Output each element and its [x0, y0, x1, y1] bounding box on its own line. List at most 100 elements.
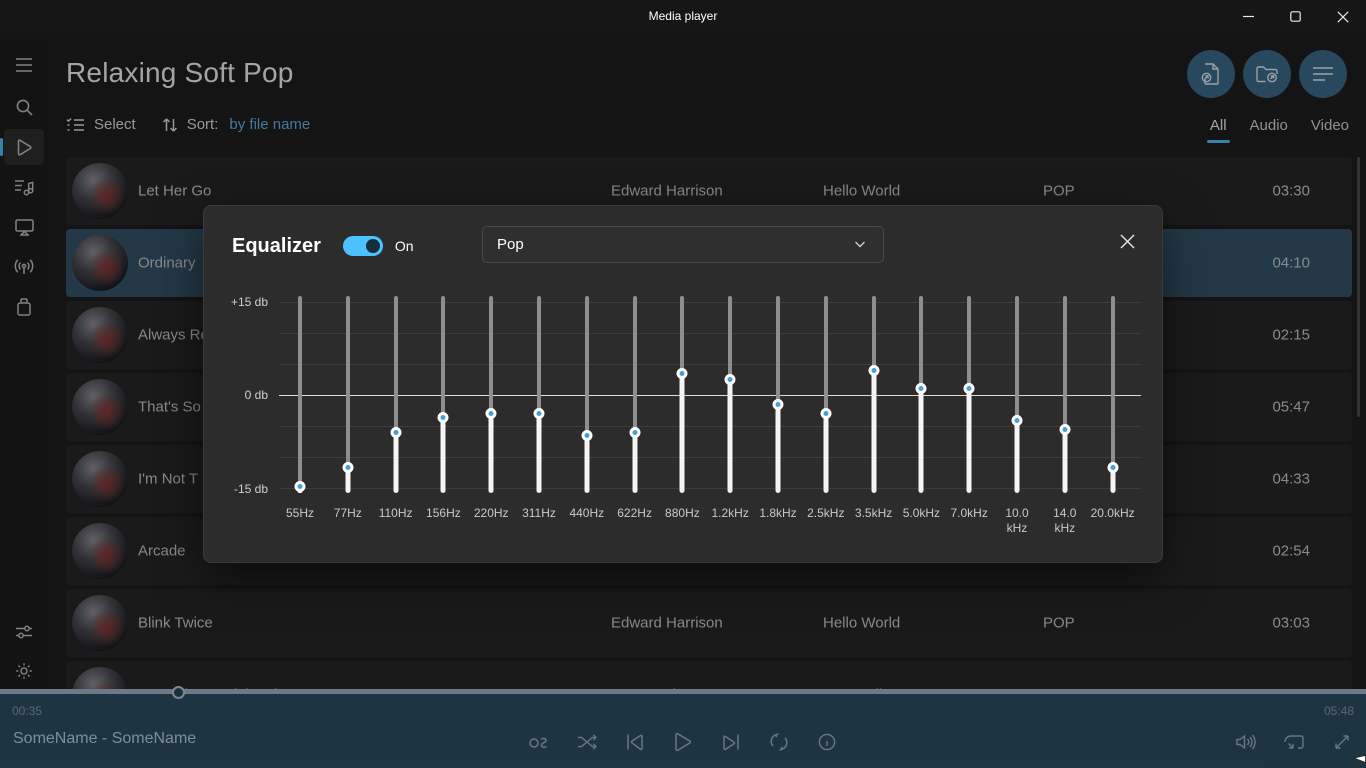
slider-track-lower[interactable]	[345, 470, 350, 493]
app-title: Media player	[0, 0, 1366, 33]
slider-track-upper[interactable]	[824, 296, 828, 417]
equalizer-band: 14.0 kHz	[1041, 206, 1089, 564]
slider-thumb[interactable]	[295, 481, 306, 492]
slider-thumb[interactable]	[820, 408, 831, 419]
slider-thumb[interactable]	[1059, 424, 1070, 435]
slider-track-upper[interactable]	[872, 296, 876, 373]
slider-thumb[interactable]	[868, 365, 879, 376]
slider-track-upper[interactable]	[298, 296, 302, 489]
slider-thumb[interactable]	[486, 408, 497, 419]
window-controls	[1225, 0, 1366, 33]
slider-track-lower[interactable]	[680, 376, 685, 493]
slider-track-upper[interactable]	[585, 296, 589, 439]
slider-track-upper[interactable]	[441, 296, 445, 420]
slider-track-lower[interactable]	[871, 373, 876, 493]
band-frequency-label: 20.0kHz	[1091, 506, 1135, 521]
slider-thumb[interactable]	[342, 462, 353, 473]
slider-thumb[interactable]	[390, 427, 401, 438]
band-frequency-label: 311Hz	[517, 506, 561, 521]
slider-thumb[interactable]	[438, 412, 449, 423]
band-frequency-label: 156Hz	[421, 506, 465, 521]
slider-thumb[interactable]	[1107, 462, 1118, 473]
band-frequency-label: 77Hz	[326, 506, 370, 521]
slider-thumb[interactable]	[773, 399, 784, 410]
db-axis-label-zero: 0 db	[220, 388, 268, 402]
slider-thumb[interactable]	[916, 383, 927, 394]
slider-track-upper[interactable]	[1015, 296, 1019, 423]
band-frequency-label: 7.0kHz	[947, 506, 991, 521]
equalizer-band: 5.0kHz	[897, 206, 945, 564]
equalizer-band: 77Hz	[324, 206, 372, 564]
slider-track-upper[interactable]	[1063, 296, 1067, 433]
mouse-cursor	[1350, 747, 1366, 768]
slider-thumb[interactable]	[1012, 415, 1023, 426]
equalizer-band: 20.0kHz	[1089, 206, 1137, 564]
slider-track-lower[interactable]	[537, 417, 542, 493]
band-frequency-label: 1.2kHz	[708, 506, 752, 521]
band-frequency-label: 3.5kHz	[852, 506, 896, 521]
equalizer-band: 2.5kHz	[802, 206, 850, 564]
media-player-window: Relaxing Soft Pop Select Sort: by file n…	[0, 0, 1366, 768]
slider-track-upper[interactable]	[346, 296, 350, 470]
equalizer-sliders-area: +15 db 0 db -15 db 55Hz 77Hz 110Hz 156Hz…	[204, 206, 1164, 564]
slider-track-lower[interactable]	[584, 439, 589, 493]
band-frequency-label: 1.8kHz	[756, 506, 800, 521]
slider-track-lower[interactable]	[489, 417, 494, 493]
slider-track-lower[interactable]	[1062, 433, 1067, 493]
slider-track-upper[interactable]	[967, 296, 971, 392]
equalizer-band: 1.2kHz	[706, 206, 754, 564]
band-frequency-label: 440Hz	[565, 506, 609, 521]
equalizer-band: 3.5kHz	[850, 206, 898, 564]
slider-track-lower[interactable]	[441, 420, 446, 493]
equalizer-band: 622Hz	[611, 206, 659, 564]
slider-track-lower[interactable]	[967, 392, 972, 493]
slider-track-upper[interactable]	[1111, 296, 1115, 470]
slider-track-upper[interactable]	[776, 296, 780, 408]
equalizer-band: 55Hz	[276, 206, 324, 564]
band-frequency-label: 5.0kHz	[899, 506, 943, 521]
slider-track-upper[interactable]	[680, 296, 684, 376]
slider-track-lower[interactable]	[823, 417, 828, 493]
equalizer-band: 880Hz	[658, 206, 706, 564]
slider-track-lower[interactable]	[393, 436, 398, 493]
equalizer-band: 156Hz	[419, 206, 467, 564]
slider-track-lower[interactable]	[1015, 423, 1020, 493]
equalizer-band: 10.0 kHz	[993, 206, 1041, 564]
band-frequency-label: 110Hz	[374, 506, 418, 521]
close-window-button[interactable]	[1319, 0, 1366, 33]
slider-thumb[interactable]	[534, 408, 545, 419]
slider-thumb[interactable]	[629, 427, 640, 438]
slider-track-upper[interactable]	[919, 296, 923, 392]
band-frequency-label: 622Hz	[613, 506, 657, 521]
band-frequency-label: 880Hz	[660, 506, 704, 521]
slider-thumb[interactable]	[677, 368, 688, 379]
band-frequency-label: 10.0 kHz	[995, 506, 1039, 536]
equalizer-band: 110Hz	[372, 206, 420, 564]
equalizer-band: 7.0kHz	[945, 206, 993, 564]
equalizer-band: 220Hz	[467, 206, 515, 564]
slider-track-lower[interactable]	[919, 392, 924, 493]
slider-track-upper[interactable]	[537, 296, 541, 417]
band-frequency-label: 55Hz	[278, 506, 322, 521]
slider-thumb[interactable]	[725, 374, 736, 385]
maximize-button[interactable]	[1272, 0, 1319, 33]
equalizer-band: 440Hz	[563, 206, 611, 564]
band-frequency-label: 2.5kHz	[804, 506, 848, 521]
equalizer-band: 311Hz	[515, 206, 563, 564]
equalizer-band: 1.8kHz	[754, 206, 802, 564]
slider-track-upper[interactable]	[394, 296, 398, 436]
slider-track-lower[interactable]	[1110, 470, 1115, 493]
band-frequency-label: 220Hz	[469, 506, 513, 521]
slider-thumb[interactable]	[964, 383, 975, 394]
slider-track-lower[interactable]	[776, 408, 781, 493]
slider-track-lower[interactable]	[728, 382, 733, 493]
minimize-button[interactable]	[1225, 0, 1272, 33]
titlebar: Media player	[0, 0, 1366, 33]
slider-track-lower[interactable]	[632, 436, 637, 493]
band-frequency-label: 14.0 kHz	[1043, 506, 1087, 536]
slider-track-upper[interactable]	[728, 296, 732, 382]
db-axis-label-top: +15 db	[220, 295, 268, 309]
slider-track-upper[interactable]	[633, 296, 637, 436]
slider-track-upper[interactable]	[489, 296, 493, 417]
slider-thumb[interactable]	[581, 430, 592, 441]
